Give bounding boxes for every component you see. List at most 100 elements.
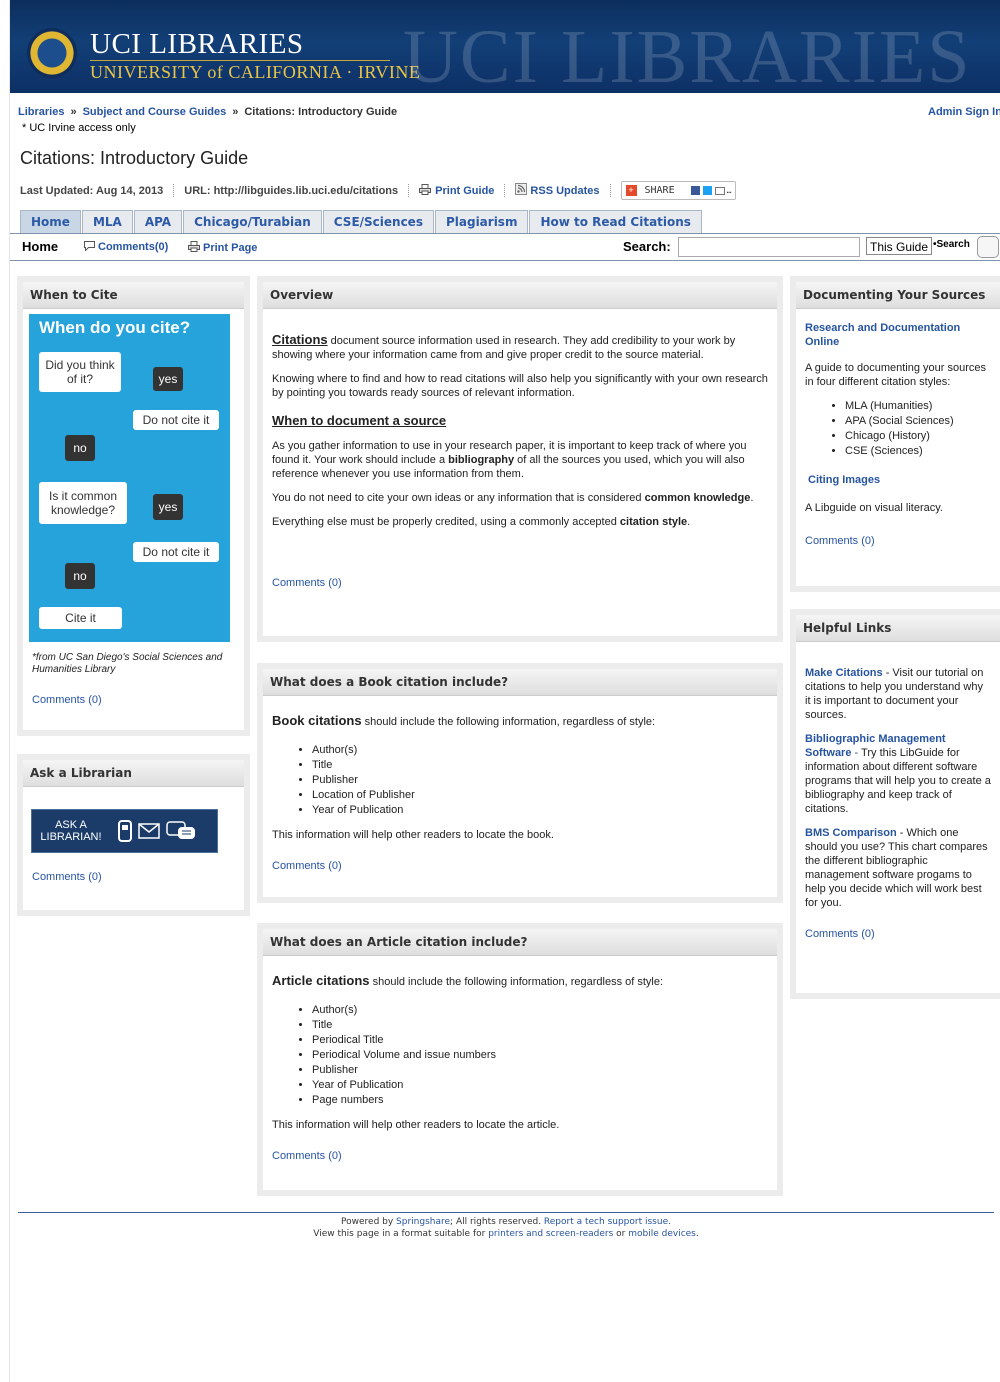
list-item: MLA (Humanities) <box>845 399 991 414</box>
box-title: Helpful Links <box>796 615 1000 642</box>
admin-sign-in-link[interactable]: Admin Sign In <box>928 106 1000 118</box>
comments-link[interactable]: Comments (0) <box>272 1150 342 1162</box>
search-button[interactable]: •Search <box>933 239 970 250</box>
tab-how-to-read-citations[interactable]: How to Read Citations <box>529 210 702 233</box>
overview-paragraph-4: You do not need to cite your own ideas o… <box>272 491 768 505</box>
list-item: Author(s) <box>312 743 768 758</box>
list-item: APA (Social Sciences) <box>845 414 991 429</box>
tab-home[interactable]: Home <box>20 210 81 233</box>
documenting-link-row: Research and Documentation Online <box>805 321 991 349</box>
search-input[interactable] <box>678 237 860 257</box>
list-item: CSE (Sciences) <box>845 444 991 459</box>
tab-chicago-turabian[interactable]: Chicago/Turabian <box>183 210 322 233</box>
tab-plagiarism[interactable]: Plagiarism <box>434 210 529 233</box>
comments-link[interactable]: Comments (0) <box>272 860 342 872</box>
comments-link[interactable]: Comments (0) <box>32 871 102 883</box>
last-updated: Last Updated: Aug 14, 2013 <box>20 184 164 197</box>
ask-line-1: ASK A <box>55 819 87 831</box>
article-lead: Article citations should include the fol… <box>272 974 768 989</box>
search-toggle-button[interactable] <box>977 236 999 258</box>
print-page-label[interactable]: Print Page <box>203 242 257 254</box>
box-title: What does an Article citation include? <box>263 929 777 956</box>
share-button[interactable]: + SHARE … <box>620 181 737 200</box>
page-title: Citations: Introductory Guide <box>20 148 249 168</box>
comments-link[interactable]: Comments (0) <box>805 535 875 547</box>
list-item: Title <box>312 1018 768 1033</box>
make-citations-link[interactable]: Make Citations <box>805 667 883 679</box>
search-scope-select[interactable]: This Guide <box>866 237 932 255</box>
p3-b: bibliography <box>448 454 515 466</box>
logo-divider <box>90 60 390 61</box>
breadcrumb-subject-guides[interactable]: Subject and Course Guides <box>83 106 227 118</box>
more-icon[interactable]: … <box>727 186 732 195</box>
list-item: Chicago (History) <box>845 429 991 444</box>
comment-icon <box>84 241 95 252</box>
box-title: Documenting Your Sources <box>796 282 1000 309</box>
p4-b: common knowledge <box>644 492 751 504</box>
bms-comparison-link[interactable]: BMS Comparison <box>805 827 897 839</box>
share-label: SHARE <box>644 185 675 196</box>
print-page-link[interactable]: Print Page <box>188 241 257 254</box>
tab-cse-sciences[interactable]: CSE/Sciences <box>322 210 434 233</box>
footer-powered-by: Powered by <box>341 1217 397 1227</box>
book-lead: Book citations should include the follow… <box>272 714 768 729</box>
helpful-links-box: Helpful Links Make Citations - Visit our… <box>790 609 1000 999</box>
twitter-icon[interactable] <box>702 186 712 195</box>
current-page-label: Home <box>22 239 59 254</box>
tab-mla[interactable]: MLA <box>81 210 133 233</box>
documenting-sources-box: Documenting Your Sources Research and Do… <box>790 276 1000 592</box>
email-icon[interactable] <box>714 186 725 195</box>
when-to-cite-box: When to Cite When do you cite? Did you t… <box>17 276 250 736</box>
sub-navigation-bar: Home Comments(0) Print Page Search: This… <box>10 233 1000 261</box>
tab-apa[interactable]: APA <box>133 210 183 233</box>
list-item: Year of Publication <box>312 803 768 818</box>
rss-updates-link[interactable]: RSS Updates <box>530 185 599 197</box>
bms-comparison-desc: Which one should you use? This chart com… <box>805 827 988 909</box>
overview-paragraph-2: Knowing where to find and how to read ci… <box>272 373 768 399</box>
breadcrumb-separator: » <box>70 106 77 118</box>
result-cite-it: Cite it <box>39 607 122 629</box>
list-item: Periodical Title <box>312 1033 768 1048</box>
research-documentation-link[interactable]: Research and Documentation Online <box>805 322 960 348</box>
phone-icon <box>118 820 132 842</box>
overview-p1-text: document source information used in rese… <box>272 335 736 361</box>
p5-b: citation style <box>619 516 688 528</box>
graphic-caption: *from UC San Diego's Social Sciences and… <box>32 652 223 675</box>
article-fields-list: Author(s) Title Periodical Title Periodi… <box>272 1003 768 1108</box>
page-comments-link[interactable]: Comments(0) <box>84 241 168 253</box>
comments-link[interactable]: Comments (0) <box>805 928 875 940</box>
meta-divider <box>408 184 410 197</box>
printer-format-link[interactable]: printers and screen-readers <box>488 1229 613 1239</box>
citing-images-row: Citing Images <box>805 473 991 487</box>
citing-images-link[interactable]: Citing Images <box>808 474 880 486</box>
overview-subheading: When to document a source <box>272 414 768 429</box>
ask-a-librarian-button[interactable]: ASK A LIBRARIAN! <box>31 809 218 853</box>
book-citation-box: What does a Book citation include? Book … <box>257 663 783 903</box>
springshare-link[interactable]: Springshare <box>396 1217 450 1227</box>
page-comments-label[interactable]: Comments(0) <box>98 241 168 253</box>
breadcrumb: Libraries » Subject and Course Guides » Cita… <box>18 106 397 118</box>
box-title: When to Cite <box>23 282 244 309</box>
meta-divider <box>504 184 506 197</box>
ask-line-2: LIBRARIAN! <box>40 831 102 843</box>
list-item: Title <box>312 758 768 773</box>
overview-paragraph-3: As you gather information to use in your… <box>272 439 768 481</box>
print-guide-link[interactable]: Print Guide <box>435 185 494 197</box>
when-to-cite-graphic: When do you cite? Did you think of it? y… <box>29 314 230 642</box>
report-issue-link[interactable]: Report a tech support issue. <box>544 1217 671 1227</box>
guide-meta-bar: Last Updated: Aug 14, 2013 URL: http://l… <box>20 181 737 200</box>
logo-title[interactable]: UCI LIBRARIES <box>90 28 304 61</box>
footer-or: or <box>613 1229 629 1239</box>
printer-icon <box>419 183 432 198</box>
breadcrumb-libraries[interactable]: Libraries <box>18 106 64 118</box>
mobile-format-link[interactable]: mobile devices <box>628 1229 696 1239</box>
article-lead-text: should include the following information… <box>369 976 664 988</box>
overview-box: Overview Citations document source infor… <box>257 276 783 642</box>
p5-a: Everything else must be properly credite… <box>272 516 620 528</box>
logo-subtitle[interactable]: UNIVERSITY of CALIFORNIA · IRVINE <box>90 62 420 83</box>
p4-c: . <box>750 492 754 504</box>
comments-link[interactable]: Comments (0) <box>32 694 102 706</box>
rss-icon <box>515 183 528 198</box>
comments-link[interactable]: Comments (0) <box>272 577 342 589</box>
facebook-icon[interactable] <box>690 186 700 195</box>
